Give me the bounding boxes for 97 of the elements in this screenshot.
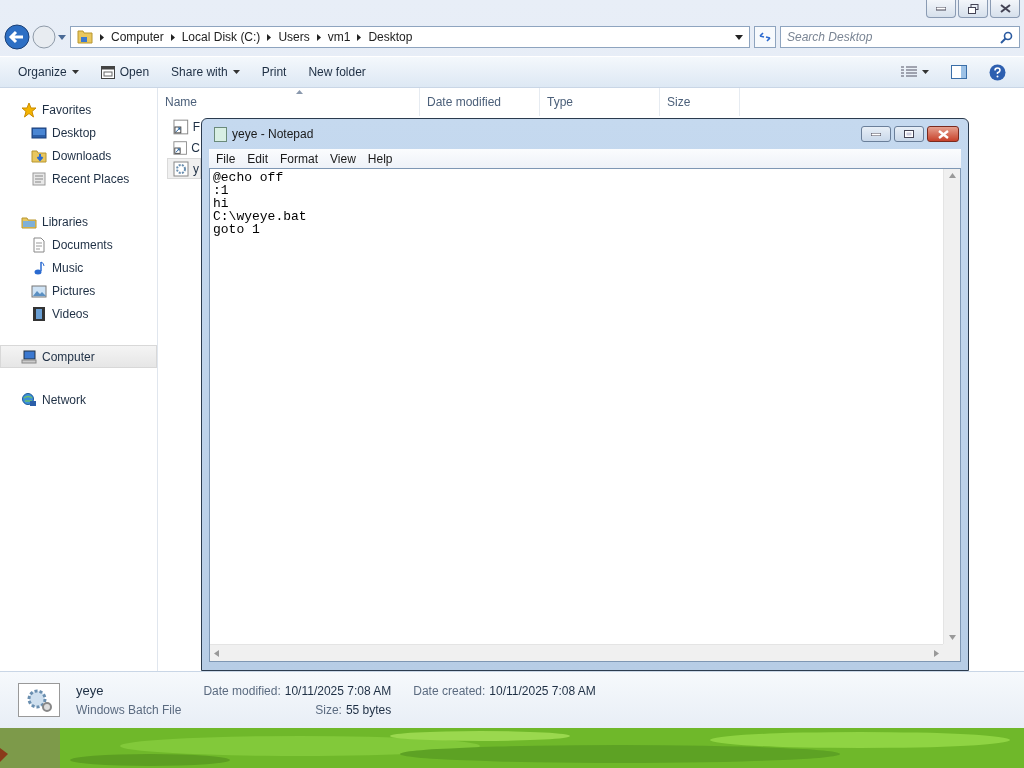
restore-icon [967, 3, 979, 14]
field-label: Size: [315, 703, 342, 717]
folder-icon [77, 29, 93, 45]
nav-item[interactable]: Videos [0, 302, 157, 325]
nav-item[interactable]: Favorites [0, 98, 157, 121]
star-icon [21, 101, 37, 118]
back-button[interactable] [4, 24, 30, 50]
breadcrumb[interactable]: Desktop [368, 30, 413, 44]
field-value: 55 bytes [345, 703, 392, 717]
refresh-button[interactable] [754, 26, 776, 48]
sort-arrow-icon [296, 90, 303, 94]
search-field[interactable]: Search Desktop [787, 30, 1000, 44]
text-line: hi [213, 197, 229, 210]
computer-icon [21, 348, 37, 365]
nav-item[interactable]: Network [0, 388, 157, 411]
nav-item[interactable]: Pictures [0, 279, 157, 302]
desktop-icon [31, 124, 47, 141]
caret-icon [922, 70, 929, 74]
file-row[interactable]: F [167, 116, 201, 137]
nav-item[interactable]: Documents [0, 233, 157, 256]
search-icon[interactable] [1000, 30, 1013, 44]
menu-item[interactable]: Format [275, 150, 324, 167]
menu-item[interactable]: File [211, 150, 241, 167]
separator-icon [316, 33, 321, 41]
preview-pane-icon [951, 65, 967, 79]
text-line: @echo off [213, 171, 284, 184]
field-value: 10/11/2025 7:08 AM [489, 684, 596, 698]
videos-icon [31, 305, 47, 322]
text-line: goto 1 [213, 223, 260, 236]
shortcut-icon [173, 118, 189, 135]
nav-item[interactable]: Recent Places [0, 167, 157, 190]
field-value: 10/11/2025 7:08 AM [284, 684, 392, 698]
recent-icon [31, 170, 47, 187]
separator-icon [100, 33, 104, 41]
column-header[interactable]: Size [660, 88, 740, 116]
toolbar-button[interactable]: Organize [10, 61, 87, 83]
gear-file-icon [173, 160, 189, 177]
toolbar-button[interactable]: Print [253, 61, 295, 83]
column-header[interactable]: Type [540, 88, 660, 116]
minimize-icon [871, 132, 881, 136]
file-name: yeye [76, 683, 105, 698]
shortcut-icon [173, 139, 188, 156]
address-bar[interactable]: Computer Local Disk (C:) Users vm1 Desktop [70, 26, 750, 48]
window-icon [100, 65, 115, 79]
search-box[interactable]: Search Desktop [780, 26, 1020, 48]
pictures-icon [31, 282, 47, 299]
horizontal-scrollbar[interactable] [210, 644, 943, 661]
refresh-icon [758, 31, 772, 43]
breadcrumb[interactable]: Computer [111, 30, 164, 44]
notepad-icon [214, 126, 227, 142]
dropdown-icon[interactable] [735, 34, 743, 40]
toolbar-button[interactable]: Share with [163, 61, 248, 83]
gear-file-icon [18, 683, 60, 717]
toolbar-button[interactable]: New folder [300, 61, 374, 83]
vertical-scrollbar[interactable] [943, 169, 960, 644]
arrow-icon[interactable] [213, 649, 220, 657]
nav-item[interactable]: Computer [0, 345, 157, 368]
close-button[interactable] [927, 126, 959, 142]
field-label: Date modified: [203, 684, 281, 698]
minimize-icon [936, 6, 946, 11]
menu-item[interactable]: Help [362, 150, 398, 167]
file-type: Windows Batch File [76, 703, 182, 717]
network-icon [21, 391, 37, 408]
maximize-button[interactable] [894, 126, 924, 142]
file-row[interactable]: y [167, 158, 201, 179]
field-label: Date created: [413, 684, 486, 698]
text-line: C:\wyeye.bat [213, 210, 307, 223]
separator-icon [267, 33, 272, 41]
arrow-icon[interactable] [948, 172, 956, 179]
close-icon [937, 129, 949, 139]
close-button[interactable] [990, 0, 1020, 18]
file-row[interactable]: C [167, 137, 201, 158]
restore-button[interactable] [958, 0, 988, 18]
menu-item[interactable]: Edit [242, 150, 274, 167]
nav-item[interactable]: Libraries [0, 210, 157, 233]
breadcrumb[interactable]: Local Disk (C:) [181, 30, 261, 44]
nav-item[interactable]: Desktop [0, 121, 157, 144]
separator-icon [357, 33, 362, 41]
maximize-icon [904, 130, 914, 138]
column-header[interactable]: Date modified [420, 88, 540, 116]
history-dropdown-icon[interactable] [58, 34, 66, 40]
document-icon [31, 236, 47, 253]
nav-item[interactable]: Downloads [0, 144, 157, 167]
close-icon [999, 4, 1011, 13]
separator-icon [170, 33, 175, 41]
caret-icon [71, 70, 79, 74]
list-view-icon [901, 66, 917, 78]
menu-item[interactable]: View [325, 150, 361, 167]
toolbar-button[interactable]: Open [92, 61, 158, 83]
breadcrumb[interactable]: vm1 [327, 30, 351, 44]
downloads-icon [31, 147, 47, 164]
nav-item[interactable]: Music [0, 256, 157, 279]
text-line: :1 [213, 184, 229, 197]
breadcrumb[interactable]: Users [278, 30, 310, 44]
caret-icon [232, 70, 240, 74]
help-icon [989, 63, 1006, 81]
window-title: yeye - Notepad [232, 127, 314, 141]
